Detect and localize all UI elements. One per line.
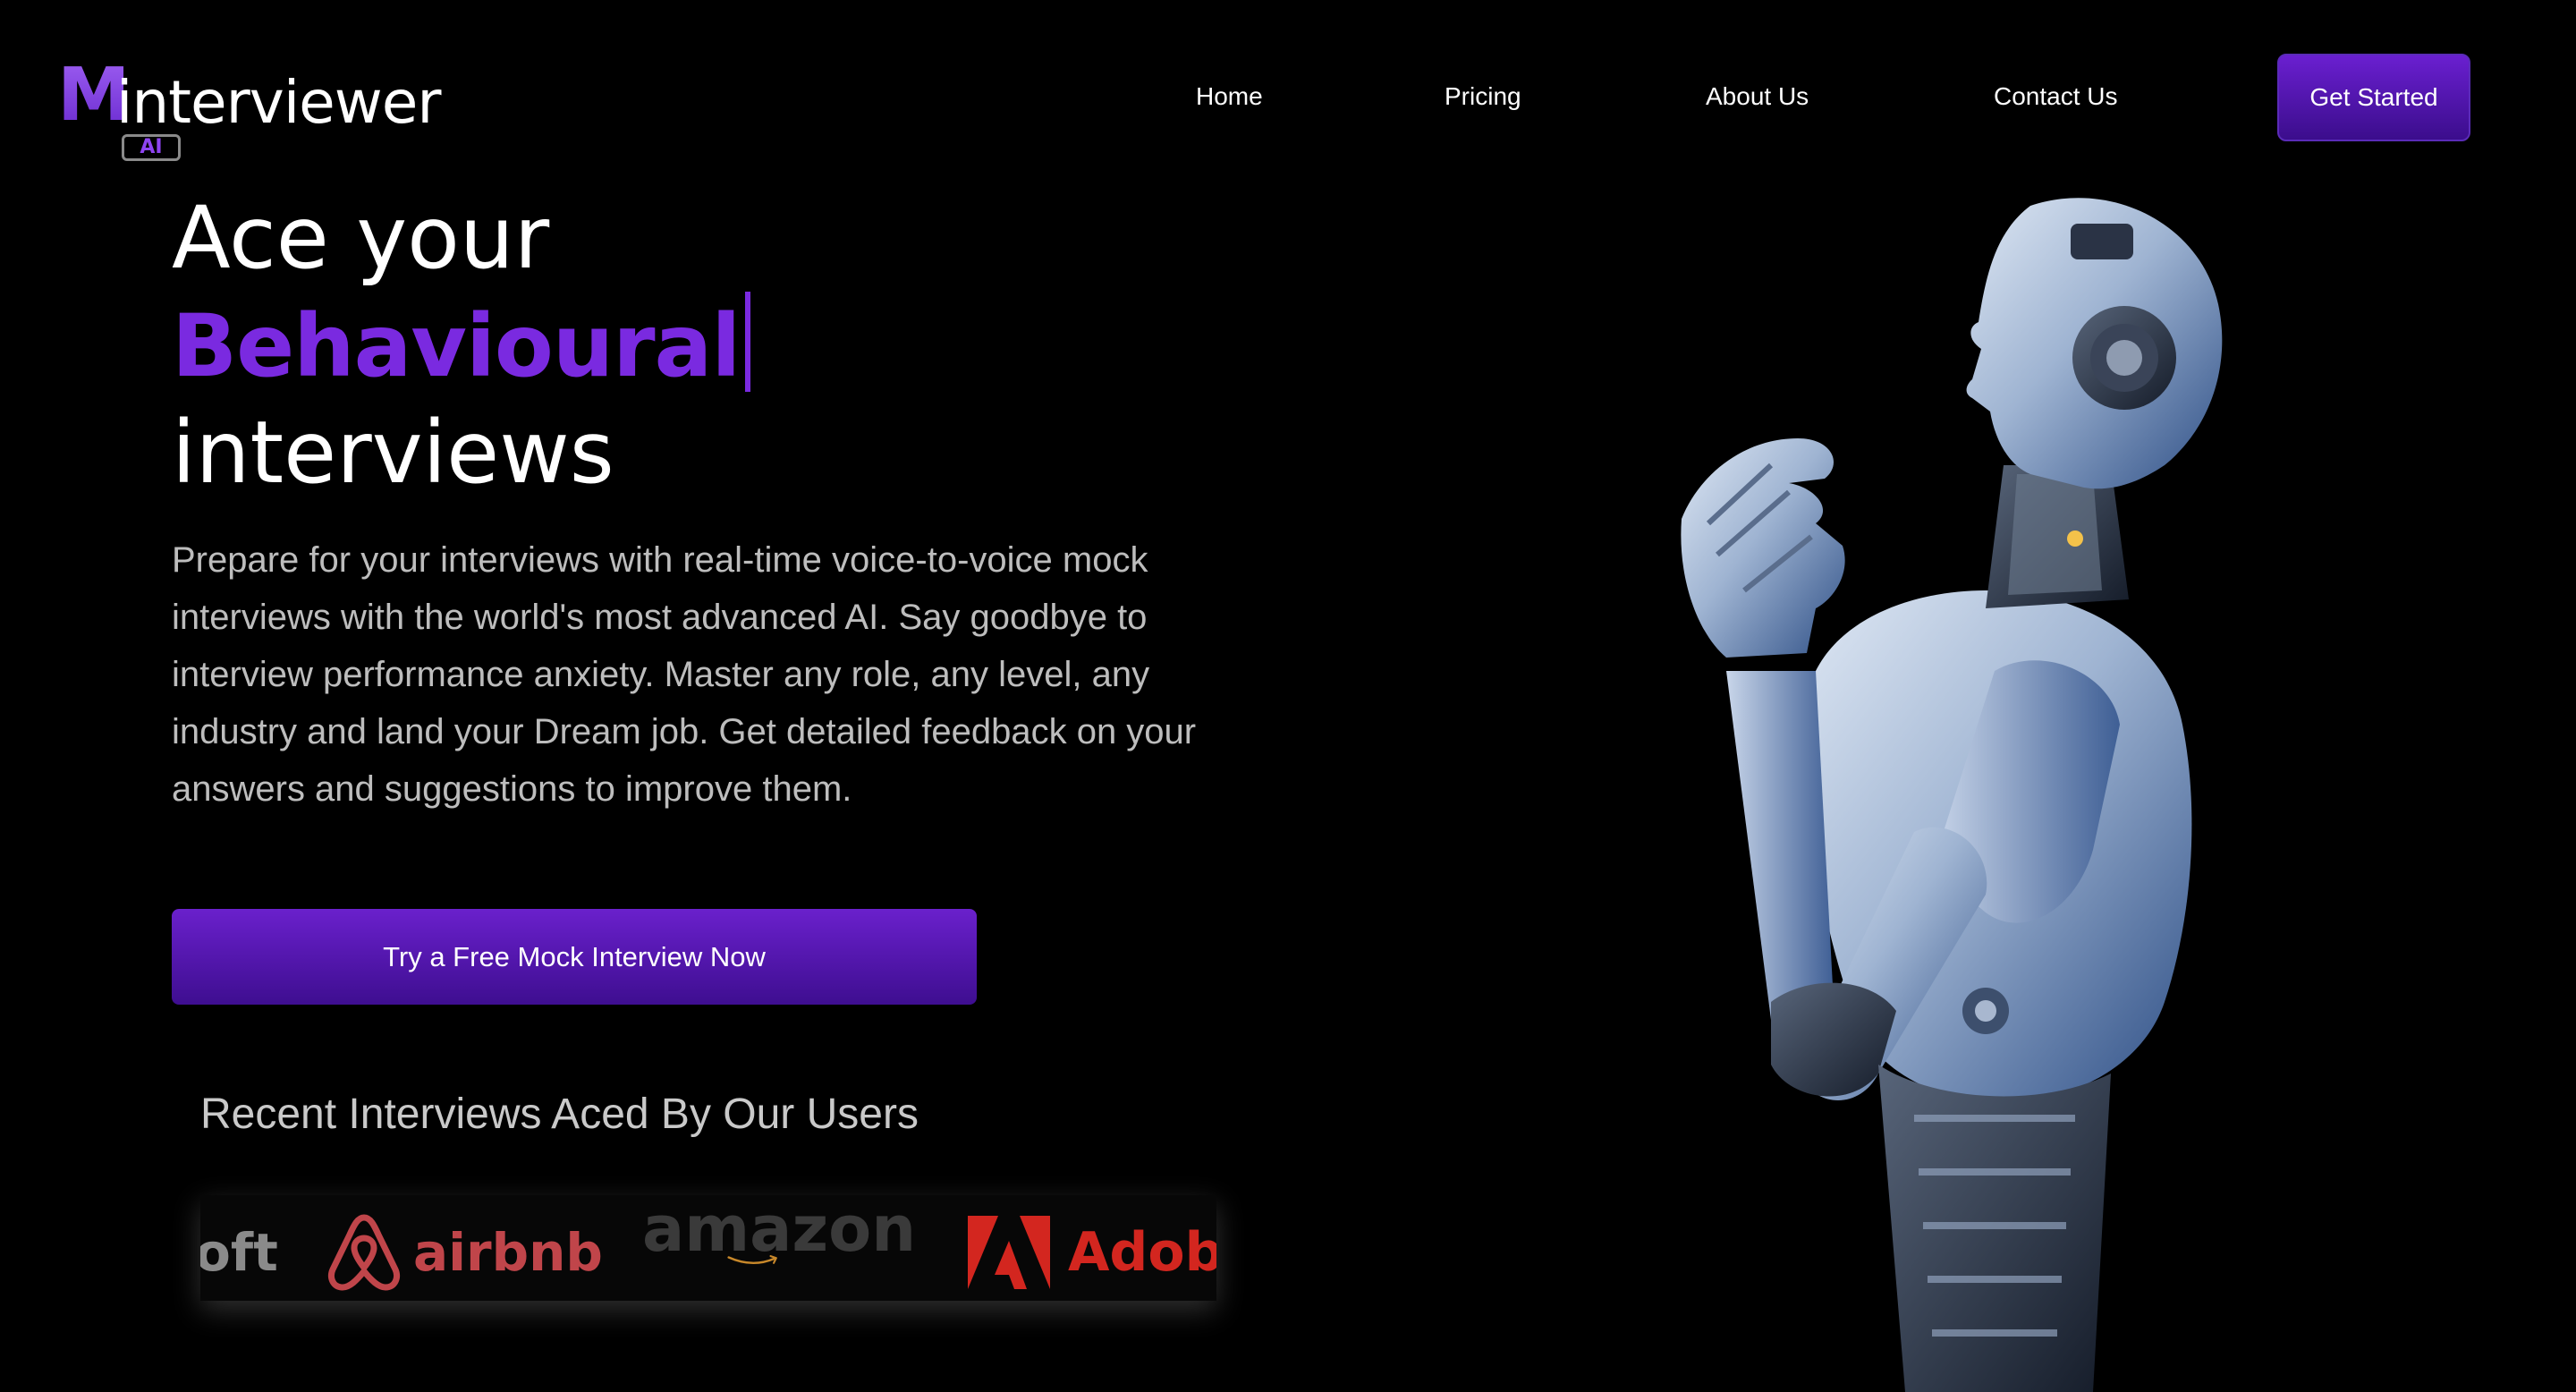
adobe-logo: Adob	[968, 1216, 1216, 1289]
landing-page: M interviewer AI Home Pricing About Us C…	[0, 0, 2576, 1392]
hero-highlight-text: Behavioural	[172, 296, 741, 396]
try-free-mock-interview-button[interactable]: Try a Free Mock Interview Now	[172, 909, 977, 1005]
typing-caret	[745, 292, 751, 392]
company-name-amazon: amazon	[642, 1195, 917, 1266]
recent-interviews-heading: Recent Interviews Aced By Our Users	[200, 1091, 919, 1138]
nav-pricing-link[interactable]: Pricing	[1445, 82, 1521, 111]
hero-title-highlight: Behavioural	[172, 292, 751, 400]
adobe-icon	[968, 1216, 1050, 1289]
logo-ai-badge: AI	[122, 134, 181, 161]
nav-home-link[interactable]: Home	[1196, 82, 1263, 111]
amazon-logo: amazon	[642, 1195, 916, 1267]
microsoft-partial-logo: oft	[200, 1217, 278, 1288]
company-logo-carousel: oft airbnb amazon Adob	[200, 1195, 1216, 1301]
logo-text: interviewer	[116, 68, 442, 137]
company-name-airbnb: airbnb	[413, 1222, 603, 1283]
hero-description: Prepare for your interviews with real-ti…	[172, 540, 1197, 809]
nav-about-link[interactable]: About Us	[1706, 82, 1809, 111]
amazon-smile-icon	[727, 1255, 777, 1265]
hero-title-line1: Ace your	[172, 188, 550, 288]
airbnb-logo: airbnb	[326, 1214, 603, 1291]
company-name-adobe: Adob	[1068, 1221, 1216, 1284]
get-started-button[interactable]: Get Started	[2277, 54, 2470, 141]
airbnb-icon	[328, 1214, 400, 1291]
hero-title-line3: interviews	[172, 403, 614, 503]
nav-contact-link[interactable]: Contact Us	[1994, 82, 2118, 111]
company-name-microsoft: oft	[200, 1222, 278, 1283]
brand-logo[interactable]: M interviewer AI	[57, 59, 442, 175]
robot-illustration	[1681, 198, 2223, 1392]
